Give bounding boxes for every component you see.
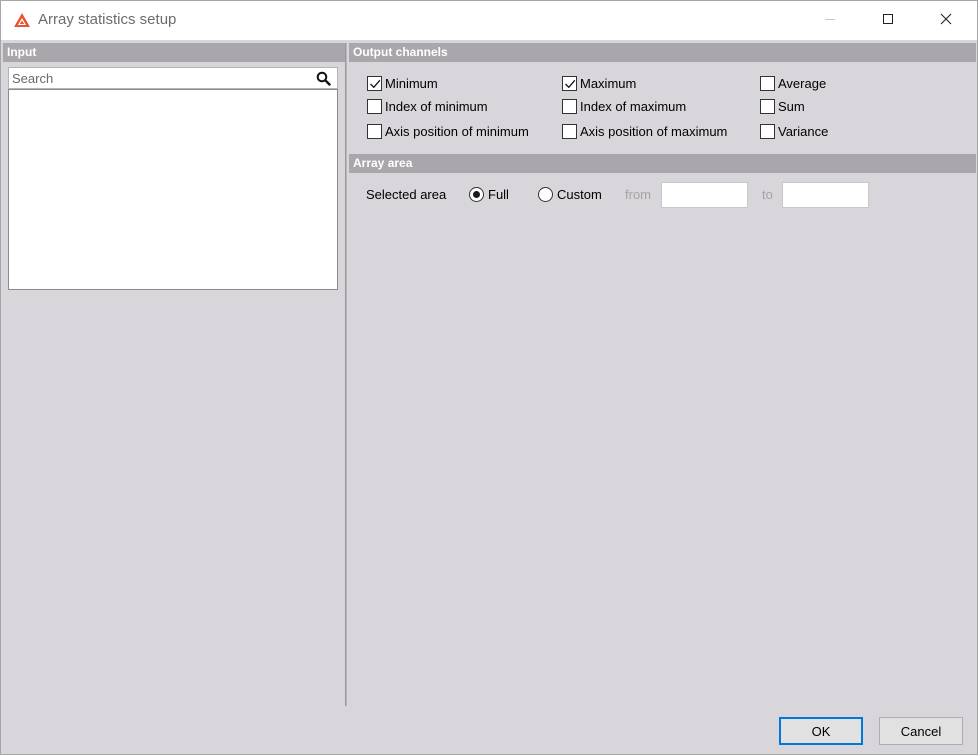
search-box (8, 67, 338, 89)
checkbox-box[interactable] (562, 124, 577, 139)
window-title: Array statistics setup (38, 11, 177, 28)
ok-button[interactable]: OK (779, 717, 863, 745)
checkbox-minimum[interactable]: Minimum (367, 76, 438, 91)
checkbox-label: Index of minimum (385, 99, 488, 114)
search-icon[interactable] (316, 71, 331, 86)
minimize-icon (824, 13, 836, 28)
input-header: Input (3, 43, 345, 62)
checkbox-box[interactable] (367, 99, 382, 114)
title-bar: Array statistics setup (1, 1, 977, 40)
checkbox-index-of-maximum[interactable]: Index of maximum (562, 99, 686, 114)
output-channels-header: Output channels (349, 43, 976, 62)
checkbox-box[interactable] (562, 99, 577, 114)
checkbox-box[interactable] (367, 76, 382, 91)
checkbox-label: Index of maximum (580, 99, 687, 114)
to-label: to (762, 187, 773, 202)
checkbox-box[interactable] (760, 124, 775, 139)
checkbox-label: Minimum (385, 76, 438, 91)
array-area-header: Array area (349, 154, 976, 173)
app-logo-icon (13, 12, 31, 28)
checkbox-average[interactable]: Average (760, 76, 826, 91)
cancel-button[interactable]: Cancel (879, 717, 963, 745)
selected-area-label: Selected area (366, 187, 447, 202)
input-channel-list[interactable] (8, 89, 338, 290)
checkbox-box[interactable] (367, 124, 382, 139)
search-input[interactable] (12, 70, 308, 87)
check-icon (565, 79, 576, 89)
checkbox-label: Axis position of maximum (580, 124, 728, 139)
radio-button[interactable] (538, 187, 553, 202)
maximize-icon (882, 13, 894, 28)
radio-full[interactable]: Full (469, 187, 509, 202)
from-label: from (625, 187, 651, 202)
checkbox-sum[interactable]: Sum (760, 99, 805, 114)
to-field[interactable] (782, 182, 869, 208)
check-icon (370, 79, 381, 89)
dialog-window: Array statistics setup Input Search Outp… (0, 0, 978, 755)
checkbox-box[interactable] (760, 99, 775, 114)
checkbox-label: Maximum (580, 76, 637, 91)
maximize-button[interactable] (859, 1, 917, 40)
checkbox-label: Axis position of minimum (385, 124, 529, 139)
checkbox-variance[interactable]: Variance (760, 124, 828, 139)
checkbox-axis-position-of-minimum[interactable]: Axis position of minimum (367, 124, 529, 139)
close-button[interactable] (917, 1, 975, 40)
checkbox-axis-position-of-maximum[interactable]: Axis position of maximum (562, 124, 727, 139)
from-field[interactable] (661, 182, 748, 208)
checkbox-label: Average (778, 76, 827, 91)
minimize-button[interactable] (801, 1, 859, 40)
radio-dot (473, 191, 480, 198)
checkbox-box[interactable] (760, 76, 775, 91)
radio-custom[interactable]: Custom (538, 187, 602, 202)
checkbox-index-of-minimum[interactable]: Index of minimum (367, 99, 488, 114)
checkbox-box[interactable] (562, 76, 577, 91)
panel-splitter[interactable] (345, 43, 347, 706)
radio-button[interactable] (469, 187, 484, 202)
radio-label: Full (488, 187, 509, 202)
checkbox-maximum[interactable]: Maximum (562, 76, 636, 91)
radio-label: Custom (557, 187, 602, 202)
close-icon (940, 13, 952, 28)
checkbox-label: Variance (778, 124, 829, 139)
checkbox-label: Sum (778, 99, 805, 114)
